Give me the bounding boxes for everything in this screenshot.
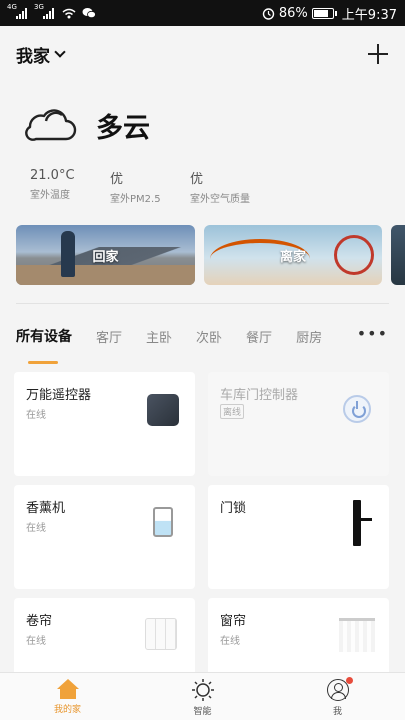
nav-my-home[interactable]: 我的家	[0, 673, 135, 720]
battery-icon	[311, 7, 337, 19]
tab-kitchen[interactable]: 厨房	[296, 327, 322, 346]
scene-image-ground	[16, 265, 195, 285]
bottom-nav: 我的家 智能 我	[0, 672, 405, 720]
outdoor-metrics: 21.0°C 室外温度 优 室外PM2.5 优 室外空气质量	[30, 168, 270, 205]
device-card-door-lock[interactable]: 门锁	[208, 485, 389, 589]
metric-value: 优	[110, 172, 124, 187]
alarm-icon	[262, 7, 275, 20]
device-name: 门锁	[220, 501, 247, 516]
divider	[16, 303, 389, 304]
scene-carousel[interactable]: 回家 离家	[16, 225, 405, 285]
metric-label: 室外温度	[30, 190, 70, 201]
nav-me[interactable]: 我	[270, 673, 405, 720]
device-name: 万能遥控器	[26, 388, 92, 403]
more-tabs-icon[interactable]: •••	[357, 324, 388, 343]
scene-card-home[interactable]: 回家	[16, 225, 195, 285]
device-status: 在线	[26, 636, 46, 647]
device-name: 香薰机	[26, 501, 66, 516]
nav-label: 我	[332, 707, 342, 717]
nav-label: 我的家	[53, 705, 81, 715]
tab-label: 所有设备	[16, 329, 72, 345]
home-icon	[56, 679, 80, 699]
chevron-down-icon	[54, 46, 66, 58]
tab-dining-room[interactable]: 餐厅	[246, 327, 272, 346]
metric-value: 优	[190, 172, 204, 187]
scene-card-partial[interactable]	[391, 225, 405, 285]
curtain-icon	[339, 618, 375, 652]
scene-card-away[interactable]: 离家	[204, 225, 382, 285]
offline-badge: 离线	[220, 404, 245, 419]
metric-label: 室外空气质量	[190, 194, 250, 205]
weather-widget[interactable]: 多云	[22, 105, 150, 145]
device-name: 卷帘	[26, 614, 53, 629]
scene-label: 回家	[92, 250, 119, 265]
sun-icon	[191, 679, 214, 701]
app-header: 我家	[0, 26, 405, 82]
tab-living-room[interactable]: 客厅	[96, 327, 122, 346]
power-icon	[343, 395, 371, 423]
tab-all-devices[interactable]: 所有设备	[16, 326, 72, 364]
network-type-label: 4G	[7, 3, 17, 11]
device-status: 在线	[26, 523, 46, 534]
roller-blind-icon	[145, 618, 177, 650]
metric-air-quality: 优 室外空气质量	[190, 168, 270, 205]
tab-indicator	[28, 361, 58, 364]
home-name: 我家	[16, 46, 50, 67]
room-tabs: 所有设备 客厅 主卧 次卧 餐厅 厨房 •••	[16, 318, 396, 364]
metric-value: 21.0°C	[30, 168, 75, 183]
wifi-icon	[62, 8, 76, 18]
clock: 上午9:37	[341, 7, 397, 23]
device-card-garage-controller[interactable]: 车库门控制器 离线	[208, 372, 389, 476]
aroma-diffuser-icon	[153, 507, 173, 537]
scene-label: 离家	[279, 250, 306, 265]
signal-icon: 4G	[7, 3, 27, 19]
notification-dot	[345, 677, 353, 684]
device-status: 在线	[26, 410, 46, 421]
metric-label: 室外PM2.5	[110, 194, 161, 205]
nav-label: 智能	[193, 707, 212, 717]
network-type-label: 3G	[34, 3, 44, 11]
nav-smart[interactable]: 智能	[135, 673, 270, 720]
device-card-universal-remote[interactable]: 万能遥控器 在线	[14, 372, 195, 476]
door-lock-icon	[353, 500, 372, 546]
cloud-icon	[25, 109, 77, 141]
weather-condition: 多云	[96, 112, 150, 144]
metric-temperature: 21.0°C 室外温度	[30, 168, 110, 205]
battery-percent: 86%	[278, 5, 308, 21]
device-status: 在线	[220, 636, 240, 647]
device-name: 车库门控制器	[220, 388, 299, 403]
wechat-icon	[82, 8, 96, 19]
tab-master-bedroom[interactable]: 主卧	[146, 327, 172, 346]
device-card-aroma-diffuser[interactable]: 香薰机 在线	[14, 485, 195, 589]
device-name: 窗帘	[220, 614, 247, 629]
tab-second-bedroom[interactable]: 次卧	[196, 327, 222, 346]
add-device-button[interactable]	[367, 43, 389, 65]
status-bar: 4G 3G 86% 上午9:37	[0, 0, 405, 26]
metric-pm25: 优 室外PM2.5	[110, 168, 190, 205]
remote-icon	[147, 394, 179, 426]
signal-icon: 3G	[34, 3, 54, 19]
home-selector[interactable]: 我家	[16, 42, 66, 67]
profile-icon	[326, 677, 353, 701]
